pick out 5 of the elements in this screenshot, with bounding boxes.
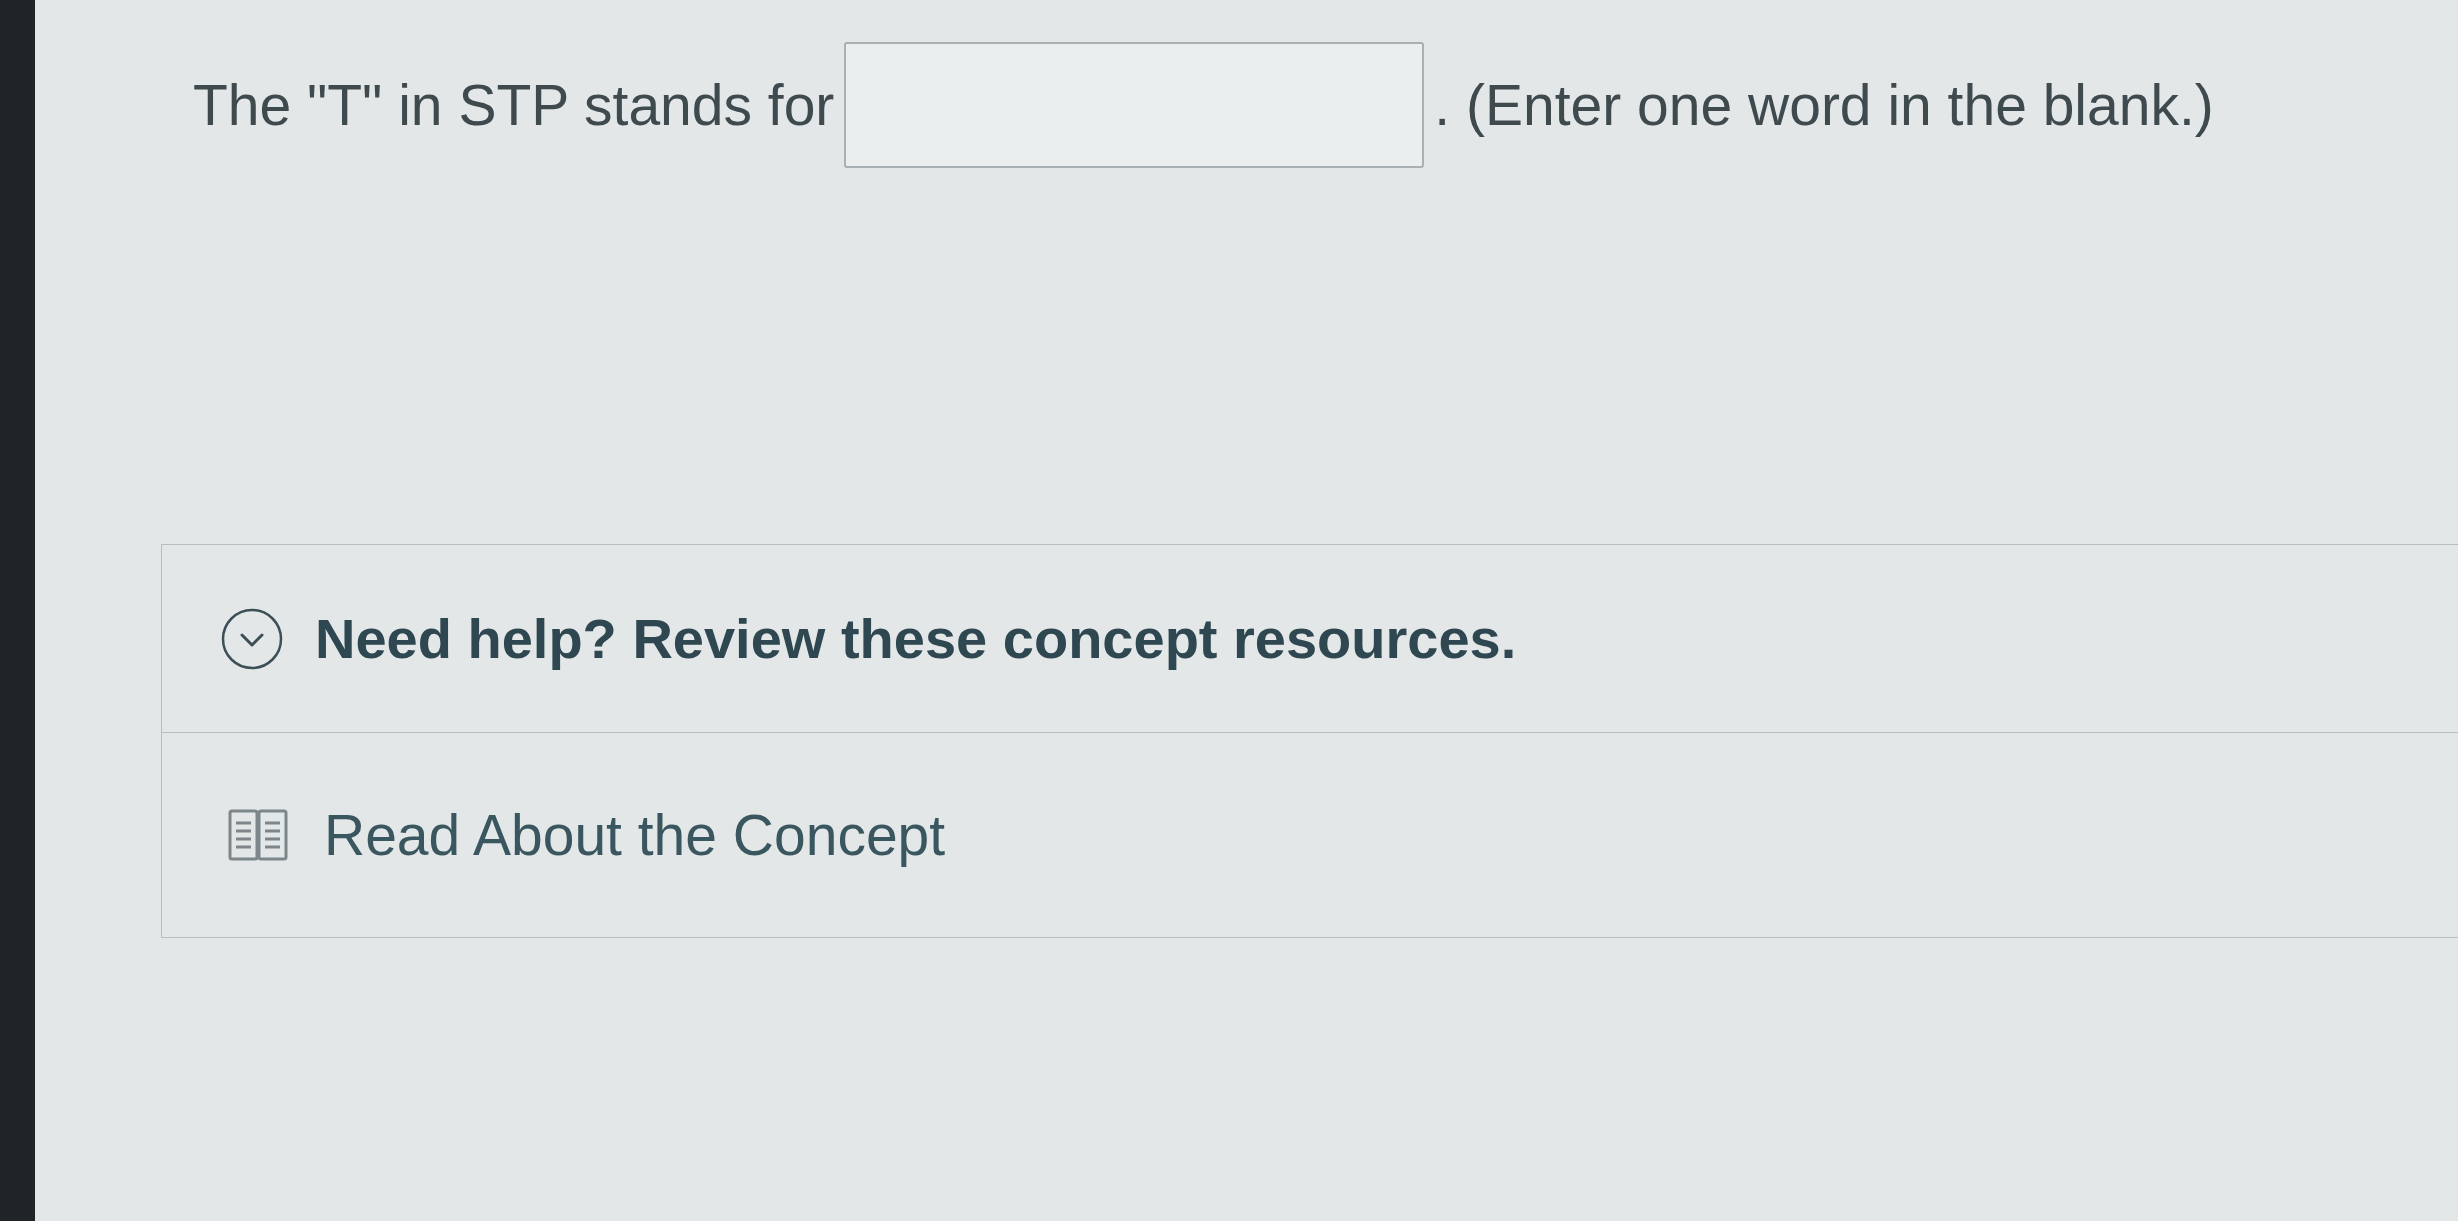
help-toggle[interactable]: Need help? Review these concept resources. <box>221 607 1517 670</box>
answer-blank[interactable] <box>844 42 1425 168</box>
book-icon <box>228 807 288 863</box>
chevron-icon <box>221 607 283 670</box>
question-text: The "T" in STP stands for <box>193 76 835 134</box>
